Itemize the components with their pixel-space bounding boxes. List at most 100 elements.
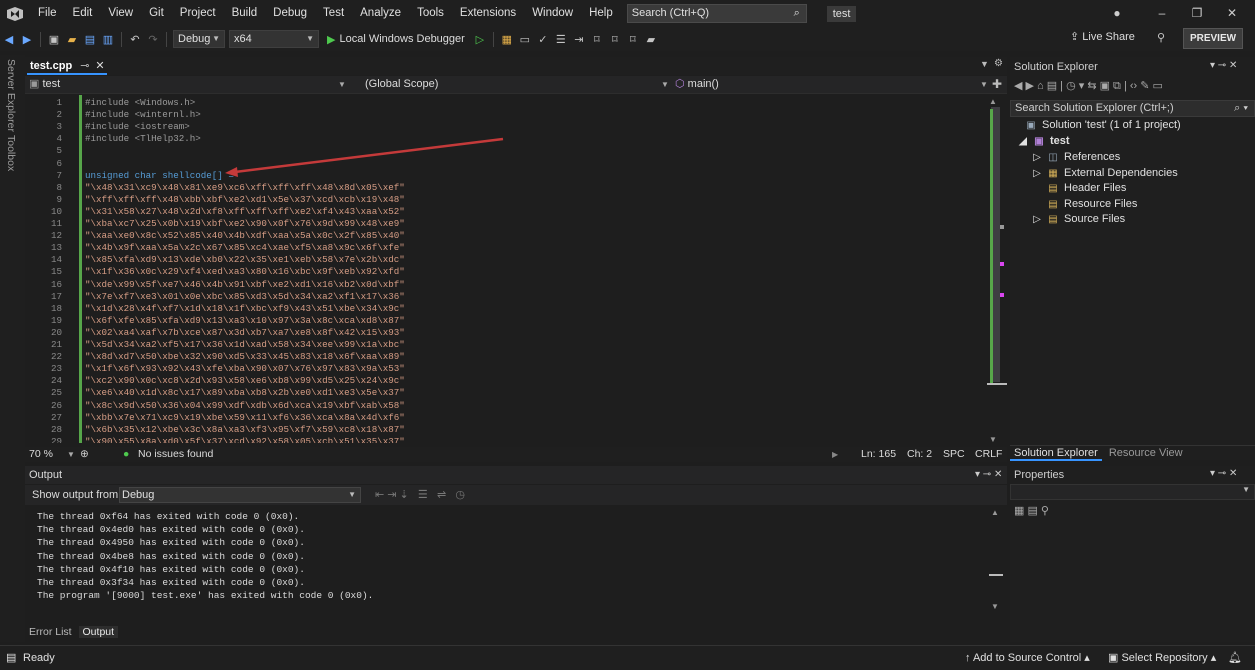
server-explorer-tab[interactable]: Server Explorer: [5, 59, 17, 132]
minimize-icon[interactable]: –: [1145, 0, 1179, 27]
output-toolbar-icons[interactable]: ⇤ ⇥ ⇣ ☰ ⇌ ◷: [375, 485, 465, 505]
expand-icon[interactable]: ▷: [1032, 166, 1042, 181]
back-icon[interactable]: ◀: [0, 33, 18, 46]
solution-explorer-panel: Solution Explorer ▾ ⊸ ✕ ◀ ▶ ⌂ ▤ | ◷ ▾ ⇆ …: [1010, 57, 1255, 461]
menu-debug[interactable]: Debug: [265, 0, 315, 27]
indent-icon[interactable]: ⇥: [570, 33, 588, 46]
scroll-right-icon[interactable]: ▶: [832, 447, 838, 462]
toolbar: ◀ ▶ ▣ ▰ ▤ ▥ ↶ ↷ Debug ▼ x64 ▼ ▶ Local Wind…: [0, 27, 1255, 51]
chevron-down-icon: ▼: [661, 80, 669, 89]
menu-test[interactable]: Test: [315, 0, 352, 27]
issues-status[interactable]: No issues found: [138, 447, 213, 462]
toolbox-tab[interactable]: Toolbox: [5, 135, 17, 171]
tab-list-icon[interactable]: ▼: [980, 59, 989, 69]
menu-tools[interactable]: Tools: [409, 0, 452, 27]
add-to-source-control-button[interactable]: ↑ Add to Source Control ▴: [965, 646, 1090, 670]
run-debugger-button[interactable]: Local Windows Debugger: [339, 33, 464, 45]
bookmark-next-icon[interactable]: ⌑: [624, 33, 642, 46]
menu-help[interactable]: Help: [581, 0, 621, 27]
menu-extensions[interactable]: Extensions: [452, 0, 524, 27]
toolbar-tool-icon[interactable]: ▦: [498, 33, 516, 46]
editor-vertical-scrollbar[interactable]: ▲ ▼: [987, 95, 1007, 445]
properties-toolbar[interactable]: ▦ ▤ ⚲: [1014, 504, 1049, 517]
zoom-dropdown[interactable]: 70 %: [29, 447, 53, 462]
tab-resource-view[interactable]: Resource View: [1105, 447, 1187, 459]
panel-options-icon[interactable]: ▾ ⊸ ✕: [1210, 468, 1237, 479]
spellcheck-icon[interactable]: ✓: [534, 33, 552, 46]
save-all-icon[interactable]: ▥: [99, 33, 117, 46]
select-repository-button[interactable]: ▣ Select Repository ▴: [1108, 646, 1216, 670]
menu-project[interactable]: Project: [172, 0, 224, 27]
tree-item-references[interactable]: ▷ ◫ References: [1032, 150, 1120, 165]
solution-root[interactable]: ▣ Solution 'test' (1 of 1 project): [1024, 118, 1180, 133]
toolbar-format-icon[interactable]: ☰: [552, 33, 570, 46]
menu-build[interactable]: Build: [224, 0, 266, 27]
close-window-icon[interactable]: ✕: [1215, 0, 1249, 27]
bookmark-icon[interactable]: ⌑: [588, 33, 606, 46]
tab-output[interactable]: Output: [78, 626, 119, 638]
feedback-icon[interactable]: ⚲: [1152, 31, 1170, 44]
member-dropdown[interactable]: ⬡ main(): [675, 76, 719, 94]
menu-git[interactable]: Git: [141, 0, 172, 27]
bookmark-prev-icon[interactable]: ⌑: [606, 33, 624, 46]
col-indicator[interactable]: Ch: 2: [907, 447, 932, 462]
start-without-debugging-icon[interactable]: ▷: [471, 33, 489, 46]
menu-window[interactable]: Window: [524, 0, 581, 27]
expand-icon[interactable]: ▷: [1032, 212, 1042, 227]
output-vertical-scrollbar[interactable]: ▲ ▼: [987, 506, 1005, 624]
expand-icon[interactable]: ▷: [1032, 150, 1042, 165]
output-line: The thread 0x4be8 has exited with code 0…: [37, 550, 305, 562]
notifications-icon[interactable]: 🔔︎: [1228, 646, 1242, 670]
account-icon[interactable]: ●: [1100, 0, 1134, 27]
comment-icon[interactable]: ▰: [642, 33, 660, 46]
tab-solution-explorer[interactable]: Solution Explorer: [1010, 447, 1102, 461]
menu-file[interactable]: File: [30, 0, 65, 27]
configuration-dropdown[interactable]: Debug ▼: [173, 30, 225, 48]
tree-item-source-files[interactable]: ▷ ▤ Source Files: [1032, 212, 1125, 227]
panel-options-icon[interactable]: ▾ ⊸ ✕: [1210, 60, 1237, 71]
undo-icon[interactable]: ↶: [126, 33, 144, 46]
scope-dropdown[interactable]: (Global Scope): [365, 76, 438, 94]
line-indicator[interactable]: Ln: 165: [861, 447, 896, 462]
forward-icon[interactable]: ▶: [18, 33, 36, 46]
health-icon[interactable]: ⊕: [80, 447, 89, 462]
whitespace-indicator[interactable]: SPC: [943, 447, 965, 462]
save-icon[interactable]: ▤: [81, 33, 99, 46]
folder-icon: ▤: [1048, 183, 1058, 194]
solution-search-input[interactable]: Search Solution Explorer (Ctrl+;) ⌕ ▾: [1010, 100, 1255, 117]
search-box[interactable]: Search (Ctrl+Q) ⌕: [626, 4, 807, 23]
output-source-dropdown[interactable]: Debug ▼: [119, 487, 361, 503]
tree-item-header-files[interactable]: ▤ Header Files: [1032, 181, 1126, 196]
left-tool-rail: Server Explorer Toolbox: [0, 55, 25, 642]
menu-edit[interactable]: Edit: [65, 0, 101, 27]
platform-dropdown[interactable]: x64 ▼: [229, 30, 319, 48]
settings-icon[interactable]: ⚙: [994, 58, 1003, 69]
preview-badge: PREVIEW: [1183, 28, 1243, 49]
menu-analyze[interactable]: Analyze: [352, 0, 409, 27]
code-area[interactable]: 1 #include <Windows.h> 2 #include <winternl…: [25, 95, 987, 443]
panel-options-icon[interactable]: ▾ ⊸ ✕: [975, 466, 1002, 484]
tab-test-cpp[interactable]: test.cpp ⊸ ✕: [27, 57, 107, 75]
line-ending-indicator[interactable]: CRLF: [975, 447, 1002, 462]
restore-icon[interactable]: ❐: [1180, 0, 1214, 27]
close-tab-icon[interactable]: ✕: [95, 60, 104, 72]
output-header: Output ▾ ⊸ ✕: [25, 466, 1007, 484]
project-node[interactable]: ◢ ▣ test: [1018, 134, 1069, 149]
expand-icon[interactable]: ◢: [1018, 134, 1028, 149]
tree-item-external-dependencies[interactable]: ▷ ▦ External Dependencies: [1032, 166, 1178, 181]
properties-panel: Properties ▾ ⊸ ✕ ▼ ▦ ▤ ⚲: [1010, 466, 1255, 642]
tab-error-list[interactable]: Error List: [25, 626, 76, 638]
new-project-icon[interactable]: ▣: [45, 33, 63, 46]
run-icon[interactable]: ▶: [327, 33, 335, 46]
toolbar-layout-icon[interactable]: ▭: [516, 33, 534, 46]
split-add-icon[interactable]: ✚: [992, 76, 1002, 93]
open-icon[interactable]: ▰: [63, 33, 81, 46]
properties-object-dropdown[interactable]: ▼: [1010, 484, 1255, 500]
tree-item-resource-files[interactable]: ▤ Resource Files: [1032, 197, 1137, 212]
menu-view[interactable]: View: [100, 0, 141, 27]
pin-icon[interactable]: ⊸: [80, 60, 89, 72]
project-dropdown[interactable]: ▣ test: [29, 76, 60, 94]
live-share-button[interactable]: ⇪ Live Share: [1070, 30, 1135, 43]
folder-icon: ◫: [1048, 152, 1058, 163]
redo-icon[interactable]: ↷: [144, 33, 162, 46]
